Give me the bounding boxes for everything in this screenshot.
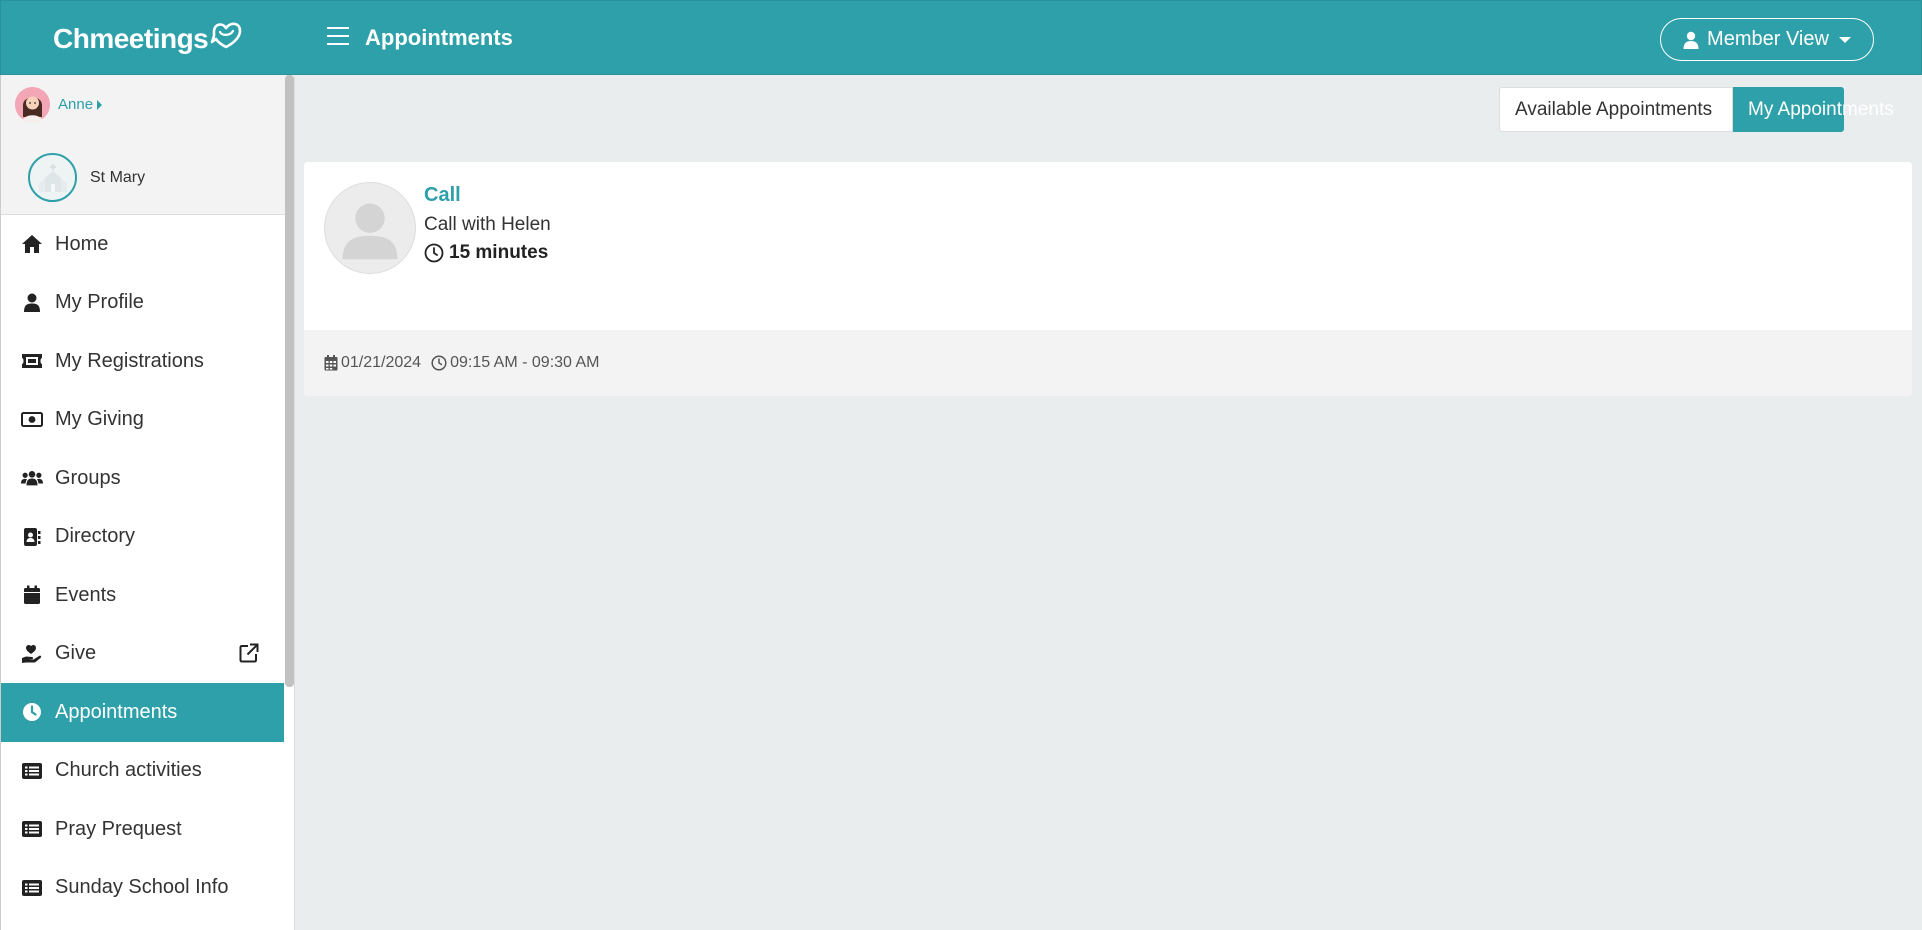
appointment-description: Call with Helen [424, 214, 551, 235]
church-icon [38, 163, 67, 192]
sidebar-item-events[interactable]: Events [1, 566, 294, 625]
duration-text: 15 minutes [449, 242, 549, 263]
caret-right-icon [97, 99, 103, 110]
sidebar: Anne St Mary Home My Profile My Registra… [0, 75, 295, 930]
sidebar-item-label: Directory [55, 525, 136, 548]
sidebar-item-my-giving[interactable]: My Giving [1, 391, 294, 450]
logo-text: Chmeetings [53, 23, 209, 54]
list-icon [21, 818, 43, 840]
sidebar-item-label: Groups [55, 466, 121, 489]
sidebar-header: Anne St Mary [1, 75, 294, 215]
sidebar-item-label: Pray Prequest [55, 817, 182, 840]
hand-heart-icon [21, 643, 43, 665]
sidebar-item-give[interactable]: Give [1, 625, 294, 684]
money-icon [21, 409, 43, 431]
tab-available-appointments[interactable]: Available Appointments [1499, 87, 1733, 132]
sidebar-item-label: My Giving [55, 408, 144, 431]
user-menu[interactable]: Anne [15, 87, 103, 122]
appointment-date: 01/21/2024 [341, 354, 422, 371]
appointment-duration: 15 minutes [424, 242, 548, 264]
user-name: Anne [58, 96, 94, 113]
appointment-card-footer: 01/21/2024 09:15 AM - 09:30 AM [304, 330, 1912, 396]
address-book-icon [21, 526, 43, 548]
sidebar-item-pray-prequest[interactable]: Pray Prequest [1, 800, 294, 859]
sidebar-item-my-registrations[interactable]: My Registrations [1, 332, 294, 391]
tab-my-appointments[interactable]: My Appointments [1733, 87, 1894, 132]
page-title: Appointments [365, 25, 513, 50]
sidebar-item-label: Home [55, 232, 109, 255]
sidebar-nav: Home My Profile My Registrations My Givi… [1, 215, 294, 917]
top-bar: Chmeetings Appointments Member View [0, 0, 1922, 75]
sidebar-item-label: Give [55, 642, 97, 665]
ticket-icon [21, 350, 43, 372]
sidebar-item-label: Church activities [55, 759, 202, 782]
avatar [324, 182, 416, 274]
church-avatar [28, 153, 77, 202]
calendar-icon [324, 355, 338, 371]
sidebar-item-appointments[interactable]: Appointments [1, 683, 284, 742]
external-link-icon[interactable] [239, 643, 259, 669]
sidebar-item-label: Sunday School Info [55, 876, 229, 899]
user-placeholder-icon [342, 203, 398, 260]
appointment-time-range: 09:15 AM - 09:30 AM [450, 354, 600, 371]
clock-icon [424, 243, 444, 263]
church-name: St Mary [90, 168, 146, 186]
clock-icon [21, 701, 43, 723]
heart-speech-icon [210, 22, 242, 49]
home-icon [21, 233, 43, 255]
appointments-view-toggle: Available Appointments My Appointments [1499, 87, 1894, 132]
list-icon [21, 760, 43, 782]
sidebar-item-label: My Profile [55, 291, 144, 314]
church-selector[interactable]: St Mary [28, 153, 145, 202]
sidebar-scrollbar[interactable] [285, 75, 294, 687]
user-icon [1683, 31, 1699, 49]
user-icon [21, 292, 43, 314]
sidebar-item-my-profile[interactable]: My Profile [1, 274, 294, 333]
list-icon [21, 877, 43, 899]
appointment-title[interactable]: Call [424, 184, 461, 207]
clock-icon [431, 355, 447, 371]
member-view-button[interactable]: Member View [1660, 18, 1874, 61]
chevron-down-icon [1838, 36, 1851, 43]
sidebar-item-home[interactable]: Home [1, 215, 294, 274]
sidebar-item-sunday-school-info[interactable]: Sunday School Info [1, 859, 294, 918]
sidebar-item-church-activities[interactable]: Church activities [1, 742, 294, 801]
sidebar-item-directory[interactable]: Directory [1, 508, 294, 567]
logo[interactable]: Chmeetings [53, 19, 244, 59]
appointment-card-body: Call Call with Helen 15 minutes [304, 162, 1912, 330]
sidebar-item-label: Appointments [55, 700, 178, 723]
user-avatar [15, 87, 50, 122]
sidebar-item-label: Events [55, 583, 117, 606]
users-icon [21, 467, 43, 489]
member-view-label: Member View [1707, 28, 1829, 50]
menu-toggle-icon[interactable] [327, 27, 351, 49]
sidebar-item-label: My Registrations [55, 349, 204, 372]
calendar-icon [21, 584, 43, 606]
sidebar-item-groups[interactable]: Groups [1, 449, 294, 508]
appointment-card: Call Call with Helen 15 minutes 01/21/20… [304, 162, 1912, 396]
